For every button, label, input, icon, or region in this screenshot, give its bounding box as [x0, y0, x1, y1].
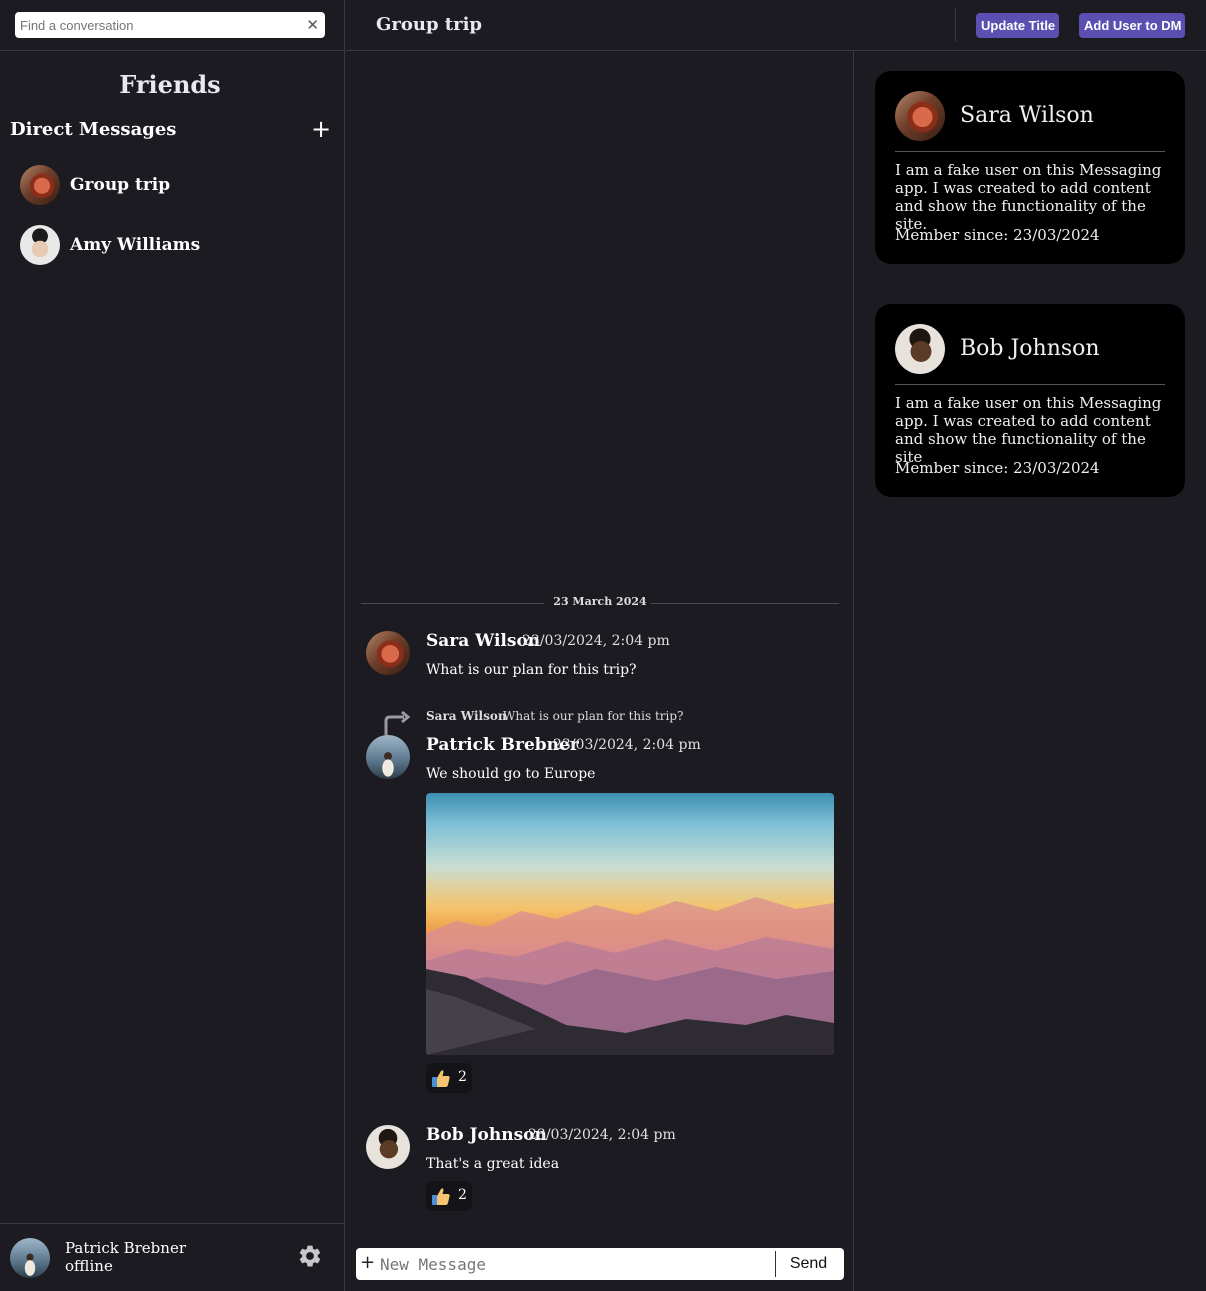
- member-since: Member since: 23/03/2024: [895, 459, 1100, 477]
- sidebar-item-amy-williams[interactable]: Amy Williams: [20, 225, 330, 265]
- friends-title: Friends: [119, 70, 221, 99]
- member-card: Bob Johnson I am a fake user on this Mes…: [875, 304, 1185, 497]
- gear-icon[interactable]: [297, 1243, 323, 1269]
- close-icon[interactable]: ✕: [306, 15, 319, 35]
- avatar: [20, 225, 60, 265]
- date-divider-label: 23 March 2024: [553, 595, 647, 608]
- sidebar-item-label: Group trip: [70, 175, 171, 195]
- thumbs-up-icon: [432, 1188, 450, 1205]
- member-bio: I am a fake user on this Messaging app. …: [895, 394, 1162, 466]
- current-user-bar: Patrick Brebner offline: [0, 1223, 345, 1291]
- message-time: 23/03/2024, 2:04 pm: [528, 1127, 676, 1143]
- mountain-illustration: [426, 897, 834, 1055]
- sidebar: ✕ Friends Direct Messages + Group trip A…: [0, 0, 345, 1291]
- message-list[interactable]: 23 March 2024 Sara Wilson 23/03/2024, 2:…: [346, 51, 854, 1291]
- message-composer: + Send: [356, 1248, 844, 1280]
- member-name: Sara Wilson: [960, 103, 1094, 128]
- reaction-count: 2: [458, 1187, 467, 1203]
- date-divider: 23 March 2024: [361, 595, 839, 611]
- avatar: [895, 324, 945, 374]
- avatar[interactable]: [366, 735, 410, 779]
- message-text: What is our plan for this trip?: [426, 662, 637, 678]
- member-panel: Sara Wilson I am a fake user on this Mes…: [855, 51, 1206, 1291]
- sidebar-item-group-trip[interactable]: Group trip: [20, 165, 330, 205]
- message-item: Patrick Brebner 23/03/2024, 2:04 pm We s…: [366, 735, 836, 795]
- reaction-badge[interactable]: 2: [426, 1063, 472, 1093]
- avatar[interactable]: [10, 1238, 50, 1278]
- avatar[interactable]: [366, 1125, 410, 1169]
- plus-icon[interactable]: +: [311, 116, 331, 142]
- search-bar: ✕: [0, 0, 345, 51]
- member-since: Member since: 23/03/2024: [895, 226, 1100, 244]
- add-user-button[interactable]: Add User to DM: [1079, 13, 1185, 38]
- direct-messages-heading: Direct Messages: [10, 119, 177, 140]
- message-time: 23/03/2024, 2:04 pm: [553, 737, 701, 753]
- header-divider: [955, 8, 956, 42]
- current-user-name: Patrick Brebner: [65, 1239, 186, 1257]
- message-item: Sara Wilson 23/03/2024, 2:04 pm What is …: [366, 631, 836, 691]
- reaction-badge[interactable]: 2: [426, 1181, 472, 1211]
- reply-text: What is our plan for this trip?: [503, 709, 684, 723]
- member-bio: I am a fake user on this Messaging app. …: [895, 161, 1162, 233]
- search-input[interactable]: [20, 15, 300, 35]
- member-name: Bob Johnson: [960, 336, 1100, 361]
- message-time: 23/03/2024, 2:04 pm: [522, 633, 670, 649]
- reply-arrow-icon: [384, 710, 411, 735]
- search-box: ✕: [15, 12, 325, 38]
- chat-header: Group trip Update Title Add User to DM: [346, 0, 1206, 51]
- thumbs-up-icon: [432, 1070, 450, 1087]
- message-input[interactable]: [380, 1253, 770, 1275]
- card-divider: [895, 151, 1165, 152]
- divider-line: [651, 603, 839, 604]
- send-button[interactable]: Send: [781, 1254, 836, 1274]
- avatar: [895, 91, 945, 141]
- message-text: That's a great idea: [426, 1156, 560, 1172]
- avatar[interactable]: [366, 631, 410, 675]
- update-title-button[interactable]: Update Title: [976, 13, 1059, 38]
- member-card: Sara Wilson I am a fake user on this Mes…: [875, 71, 1185, 264]
- current-user-status: offline: [65, 1257, 113, 1275]
- attach-button[interactable]: +: [360, 1252, 375, 1274]
- message-item: Bob Johnson 23/03/2024, 2:04 pm That's a…: [366, 1125, 836, 1185]
- page-title: Group trip: [376, 14, 483, 35]
- sidebar-item-label: Amy Williams: [70, 235, 201, 255]
- reply-author: Sara Wilson: [426, 709, 507, 723]
- composer-divider: [775, 1251, 776, 1277]
- mountain-sunset-photo[interactable]: [426, 793, 834, 1055]
- reaction-count: 2: [458, 1069, 467, 1085]
- avatar: [20, 165, 60, 205]
- message-text: We should go to Europe: [426, 766, 596, 782]
- card-divider: [895, 384, 1165, 385]
